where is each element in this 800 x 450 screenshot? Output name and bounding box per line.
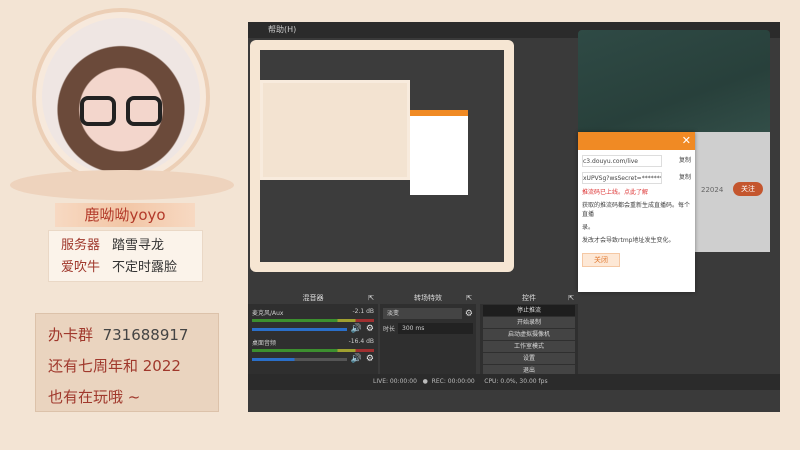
stream-cover-image (578, 30, 770, 138)
nested-preview (260, 50, 504, 262)
speaker-icon[interactable]: 🔊 (351, 354, 362, 364)
float-icon[interactable]: ⇱ (466, 292, 472, 304)
info-card: 办卡群 731688917 还有七周年和 2022 也有在玩哦 ~ (35, 313, 219, 412)
studio-mode-button[interactable]: 工作室模式 (483, 341, 575, 352)
rec-time: REC: 00:00:00 (431, 378, 475, 385)
notice-link[interactable]: 推流码已上线。点此了解 (578, 188, 695, 197)
streamer-tags: 服务器 踏雪寻龙 爱吹牛 不定时露脸 (48, 230, 203, 282)
dock-title: 转场特效 (414, 294, 442, 302)
card-line: 还有七周年和 2022 (48, 357, 181, 375)
channel-name: 桌面音频 (252, 340, 277, 347)
close-button[interactable]: 关闭 (582, 253, 620, 267)
dialog-text: 获取的推流码都会重新生成直播码。每个直播 (582, 202, 691, 218)
virtual-camera-button[interactable]: 启动虚拟摄像机 (483, 329, 575, 340)
obs-window: 帮助(H) 22024 关注 ✕ c3.douyu.com/live 复制 xUP… (248, 22, 780, 412)
tag: 服务器 (61, 238, 101, 253)
preview-frame (250, 40, 514, 272)
gear-icon[interactable]: ⚙ (366, 354, 374, 364)
status-bar: LIVE: 00:00:00 ● REC: 00:00:00 CPU: 0.0%… (248, 374, 780, 390)
gear-icon[interactable]: ⚙ (366, 324, 374, 334)
speaker-icon[interactable]: 🔊 (351, 324, 362, 334)
tag: 爱吹牛 (61, 260, 101, 275)
settings-button[interactable]: 设置 (483, 353, 575, 364)
stop-streaming-button[interactable]: 停止推流 (483, 305, 575, 316)
dock-title: 混音器 (302, 294, 324, 302)
channel-name: 麦克风/Aux (252, 310, 284, 317)
avatar-pedestal (10, 170, 234, 200)
volume-meter (252, 319, 374, 322)
dialog-header: ✕ (578, 132, 695, 150)
close-icon[interactable]: ✕ (682, 134, 691, 147)
mixer-dock: 混音器 ⇱ 麦克风/Aux -2.1 dB 🔊 ⚙ 桌面音频 -16.4 dB 🔊 ⚙ (248, 292, 378, 380)
card-line: 也有在玩哦 ~ (48, 388, 141, 406)
volume-slider[interactable] (252, 327, 347, 331)
copy-button[interactable]: 复制 (679, 172, 691, 184)
copy-button[interactable]: 复制 (679, 155, 691, 167)
tag: 踏雪寻龙 (112, 238, 165, 253)
channel-db: -2.1 dB (352, 308, 374, 315)
glasses-icon (80, 96, 116, 126)
controls-dock: 控件 ⇱ 停止推流 开始录制 启动虚拟摄像机 工作室模式 设置 退出 (480, 292, 578, 380)
start-recording-button[interactable]: 开始录制 (483, 317, 575, 328)
duration-label: 时长 (383, 326, 396, 333)
duration-input[interactable]: 300 ms (398, 323, 473, 334)
dialog-text: 录。 (582, 224, 595, 231)
glasses-icon (126, 96, 162, 126)
transitions-dock: 转场特效 ⇱ 淡变 ⚙ 时长 300 ms (380, 292, 476, 380)
streamer-avatar (42, 18, 200, 176)
dock-title: 控件 (522, 294, 536, 302)
gear-icon[interactable]: ⚙ (465, 309, 473, 319)
tag: 不定时露脸 (112, 260, 178, 275)
group-number: 731688917 (102, 326, 189, 344)
key-field[interactable]: xUPVSg?wsSecret=*********** (582, 172, 662, 184)
volume-slider[interactable] (252, 357, 347, 361)
stream-key-dialog: ✕ c3.douyu.com/live 复制 xUPVSg?wsSecret=**… (578, 132, 695, 292)
cpu-usage: CPU: 0.0%, 30.00 fps (484, 378, 548, 385)
nested-scene (260, 80, 410, 180)
float-icon[interactable]: ⇱ (568, 292, 574, 304)
nested-dialog (410, 110, 468, 195)
transition-select[interactable]: 淡变 (383, 308, 462, 319)
group-label: 办卡群 (48, 326, 94, 344)
server-field[interactable]: c3.douyu.com/live (582, 155, 662, 167)
streamer-name: 鹿呦呦yoyo (55, 203, 195, 227)
count: 22024 (701, 186, 724, 194)
volume-meter (252, 349, 374, 352)
follow-button[interactable]: 关注 (733, 182, 763, 196)
live-time: LIVE: 00:00:00 (373, 378, 417, 385)
dialog-text: 发改才会导致rtmp地址发生变化。 (582, 237, 675, 244)
float-icon[interactable]: ⇱ (368, 292, 374, 304)
channel-db: -16.4 dB (348, 338, 374, 345)
